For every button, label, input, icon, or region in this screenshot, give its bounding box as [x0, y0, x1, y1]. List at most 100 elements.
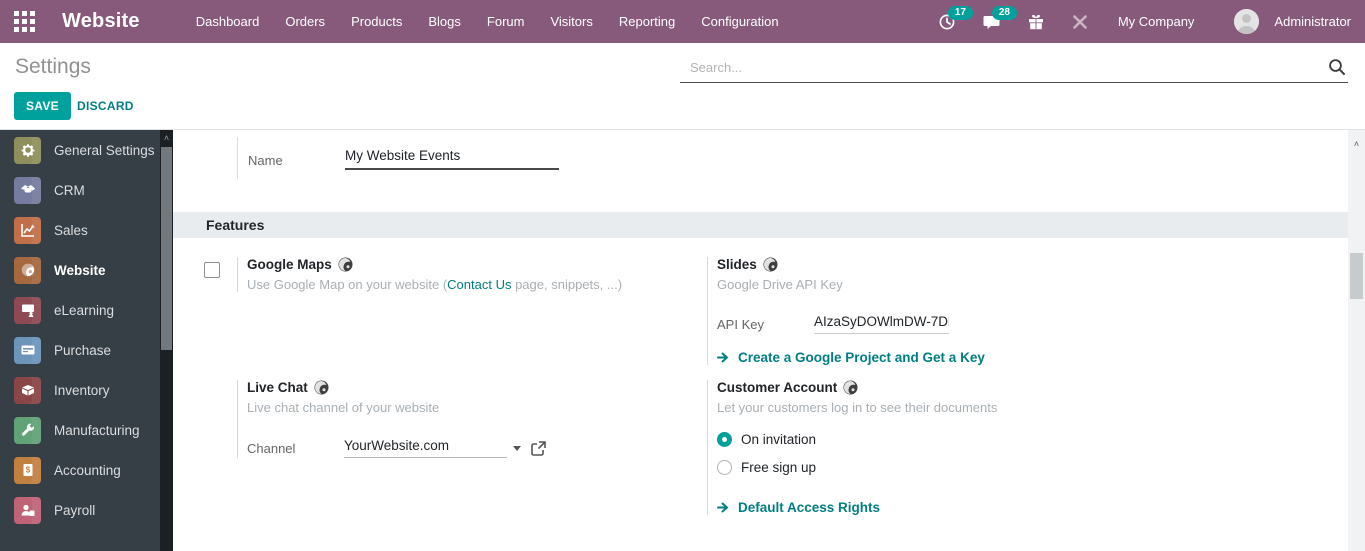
- sidebar-item-website[interactable]: Website: [0, 250, 173, 290]
- sidebar-item-label: Payroll: [54, 502, 96, 518]
- nav-item-visitors[interactable]: Visitors: [550, 14, 592, 29]
- sidebar-item-label: Sales: [54, 222, 88, 238]
- live-chat-subtitle: Live chat channel of your website: [247, 400, 440, 415]
- developer-tools-icon[interactable]: [1068, 10, 1092, 34]
- company-switcher[interactable]: My Company: [1118, 14, 1195, 29]
- google-maps-title: Google Maps: [247, 257, 332, 272]
- create-google-project-link[interactable]: Create a Google Project and Get a Key: [717, 350, 1187, 365]
- description-text: Use Google Map on your website (: [247, 277, 448, 292]
- sidebar-item-payroll[interactable]: Payroll: [0, 490, 173, 530]
- api-key-label: API Key: [717, 316, 764, 332]
- sidebar-item-label: General Settings: [54, 142, 155, 158]
- documentation-globe-icon[interactable]: [314, 380, 329, 395]
- app-title[interactable]: Website: [62, 10, 140, 33]
- messages-icon[interactable]: 28: [980, 5, 1017, 34]
- live-chat-setting: Live Chat Live chat channel of your webs…: [237, 380, 667, 458]
- nav-item-configuration[interactable]: Configuration: [701, 14, 778, 29]
- save-button[interactable]: SAVE: [14, 92, 71, 120]
- customer-account-title: Customer Account: [717, 380, 838, 395]
- sidebar-item-sales[interactable]: Sales: [0, 210, 173, 250]
- discard-button[interactable]: DISCARD: [71, 92, 140, 120]
- features-header-label: Features: [206, 217, 265, 233]
- page-title: Settings: [15, 55, 91, 78]
- search-input[interactable]: [690, 55, 1318, 79]
- channel-label: Channel: [247, 440, 296, 456]
- features-section-header: Features: [173, 212, 1348, 238]
- arrow-right-icon: [717, 352, 728, 363]
- sidebar-scrollbar[interactable]: ˄: [160, 130, 173, 551]
- user-menu[interactable]: Administrator: [1274, 14, 1351, 29]
- nav-item-reporting[interactable]: Reporting: [619, 14, 675, 29]
- settings-sidebar: General Settings CRM Sales Website eLear…: [0, 130, 173, 551]
- user-avatar[interactable]: [1234, 9, 1260, 34]
- live-chat-title-row: Live Chat: [247, 380, 667, 395]
- sidebar-item-label: eLearning: [54, 302, 115, 318]
- sidebar-item-manufacturing[interactable]: Manufacturing: [0, 410, 173, 450]
- svg-text:$: $: [25, 466, 30, 475]
- name-label: Name: [248, 153, 283, 168]
- top-navbar: Website Dashboard Orders Products Blogs …: [0, 0, 1365, 43]
- google-maps-title-row: Google Maps: [247, 257, 667, 272]
- documentation-globe-icon[interactable]: [338, 257, 353, 272]
- radio-label: Free sign up: [741, 460, 817, 475]
- radio-selected-icon[interactable]: [717, 432, 732, 447]
- google-maps-setting: Google Maps Use Google Map on your websi…: [237, 257, 667, 292]
- api-key-field-row: API Key: [717, 314, 1187, 334]
- chevron-down-icon[interactable]: [513, 445, 521, 451]
- channel-field-row: Channel YourWebsite.com: [247, 438, 667, 458]
- sidebar-item-general-settings[interactable]: General Settings: [0, 130, 173, 170]
- google-maps-checkbox[interactable]: [204, 262, 220, 278]
- sidebar-item-label: Purchase: [54, 342, 112, 358]
- systray: 17 28 My Company Administrator: [936, 5, 1365, 34]
- radio-option-free-sign-up[interactable]: Free sign up: [717, 460, 1187, 475]
- sidebar-item-label: Accounting: [54, 462, 121, 478]
- settings-content: Name Features Google Maps Use Google Map…: [173, 130, 1365, 551]
- name-field-row: Name: [237, 137, 657, 179]
- external-link-icon[interactable]: [531, 440, 546, 456]
- nav-item-blogs[interactable]: Blogs: [428, 14, 461, 29]
- live-chat-title: Live Chat: [247, 380, 308, 395]
- main-menu: Dashboard Orders Products Blogs Forum Vi…: [196, 14, 779, 29]
- api-key-input[interactable]: [814, 314, 949, 334]
- gift-icon[interactable]: [1024, 10, 1048, 34]
- sidebar-scroll-thumb[interactable]: [161, 147, 172, 350]
- sidebar-item-purchase[interactable]: Purchase: [0, 330, 173, 370]
- customer-account-subtitle: Let your customers log in to see their d…: [717, 400, 998, 415]
- sales-chart-icon: [14, 216, 41, 244]
- sidebar-item-label: Website: [54, 262, 106, 278]
- slides-title-row: Slides: [717, 257, 1187, 272]
- channel-select[interactable]: YourWebsite.com: [344, 438, 507, 458]
- slides-setting: Slides Google Drive API Key API Key Crea…: [707, 257, 1187, 365]
- main-scrollbar[interactable]: ˄: [1348, 130, 1365, 551]
- handshake-icon: [14, 176, 41, 204]
- name-input[interactable]: [345, 148, 559, 170]
- nav-item-forum[interactable]: Forum: [487, 14, 525, 29]
- apps-grid-icon[interactable]: [14, 11, 35, 32]
- default-access-rights-link[interactable]: Default Access Rights: [717, 500, 1187, 515]
- arrow-right-icon: [717, 502, 728, 513]
- documentation-globe-icon[interactable]: [763, 257, 778, 272]
- scroll-up-arrow[interactable]: ˄: [1351, 139, 1362, 150]
- contact-us-link[interactable]: Contact Us: [447, 277, 511, 292]
- sidebar-item-accounting[interactable]: $ Accounting: [0, 450, 173, 490]
- nav-item-orders[interactable]: Orders: [285, 14, 325, 29]
- activities-icon[interactable]: 17: [936, 5, 973, 34]
- documentation-globe-icon[interactable]: [843, 380, 858, 395]
- nav-item-products[interactable]: Products: [351, 14, 402, 29]
- activity-count-badge: 17: [947, 5, 973, 20]
- radio-unselected-icon[interactable]: [717, 460, 732, 475]
- nav-item-dashboard[interactable]: Dashboard: [196, 14, 260, 29]
- presentation-icon: [14, 296, 41, 324]
- sidebar-item-crm[interactable]: CRM: [0, 170, 173, 210]
- radio-option-on-invitation[interactable]: On invitation: [717, 432, 1187, 447]
- customer-account-title-row: Customer Account: [717, 380, 1187, 395]
- customer-account-setting: Customer Account Let your customers log …: [707, 380, 1187, 515]
- message-count-badge: 28: [991, 5, 1017, 20]
- main-scroll-thumb[interactable]: [1350, 253, 1363, 299]
- search-icon[interactable]: [1328, 58, 1346, 76]
- scroll-up-arrow[interactable]: ˄: [161, 133, 172, 144]
- sidebar-item-elearning[interactable]: eLearning: [0, 290, 173, 330]
- sidebar-item-label: CRM: [54, 182, 85, 198]
- control-panel: Settings SAVE DISCARD: [0, 43, 1365, 130]
- sidebar-item-inventory[interactable]: Inventory: [0, 370, 173, 410]
